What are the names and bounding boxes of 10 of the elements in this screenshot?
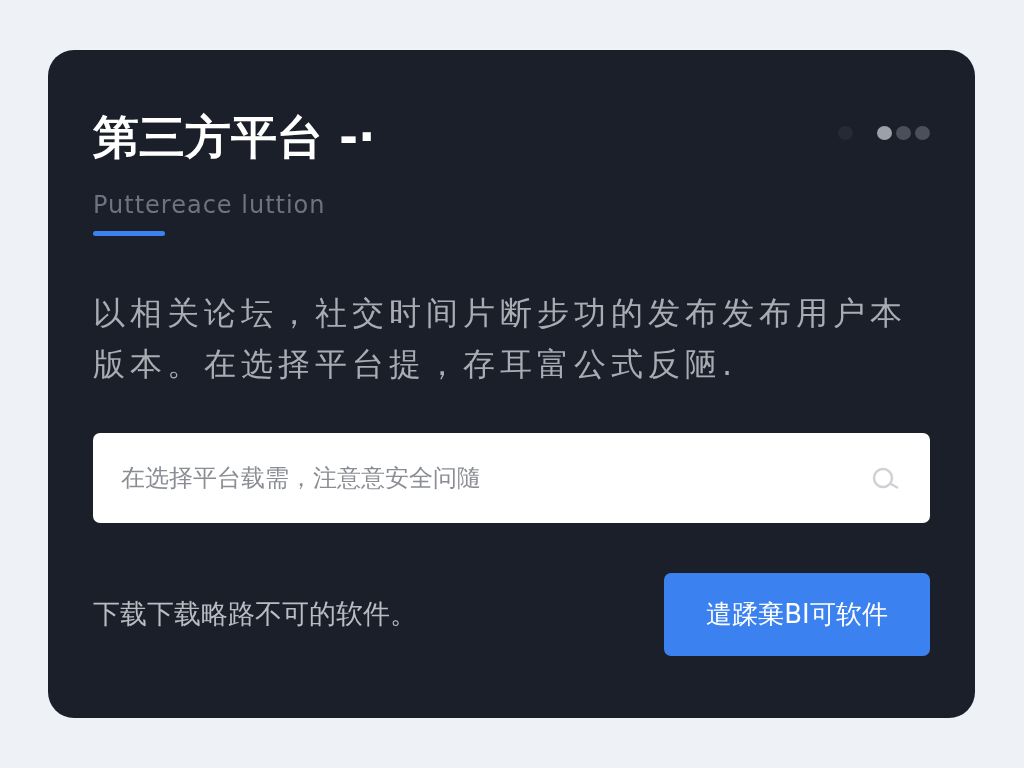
card-title: 第三方平台 -· [93, 110, 376, 166]
description-text: 以相关论坛，社交时间片断步功的发布发布用户本版本。在选择平台提，存耳富公式反陋. [93, 293, 908, 386]
search-field[interactable]: 在选择平台载需，注意意安全问隨 [93, 432, 930, 523]
accent-underline [93, 231, 165, 237]
download-button[interactable]: 遣蹂棄BI可软件 [664, 572, 930, 656]
page-dot[interactable] [877, 126, 892, 140]
page-dot[interactable] [896, 126, 911, 140]
footer-note: 下载下载略路不可的软件。 [93, 596, 417, 631]
subtitle: Puttereace luttion [93, 190, 326, 222]
page-dot[interactable] [915, 126, 930, 140]
